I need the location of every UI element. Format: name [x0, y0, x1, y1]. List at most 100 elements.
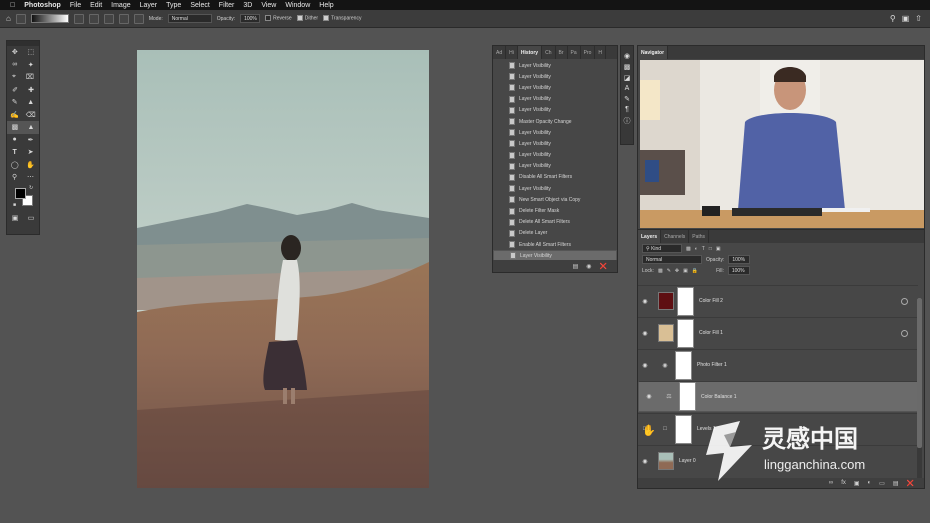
- menu-view[interactable]: View: [261, 2, 276, 9]
- layer-mask-thumbnail[interactable]: [677, 318, 694, 348]
- eyedropper-tool-icon[interactable]: ✐: [12, 86, 18, 94]
- kind-filter-select[interactable]: ⚲ Kind: [642, 244, 682, 253]
- tab-paths[interactable]: Pa: [568, 46, 581, 59]
- quick-mask-icon[interactable]: ▣: [12, 214, 19, 222]
- search-icon[interactable]: ⚲: [890, 14, 896, 23]
- history-item[interactable]: Layer Visibility: [493, 161, 617, 172]
- visibility-eye-icon[interactable]: ◉: [638, 298, 652, 305]
- paragraph-icon[interactable]: ¶: [625, 106, 629, 113]
- history-item[interactable]: Layer Visibility: [493, 138, 617, 149]
- layer-row-color-balance-1[interactable]: ◉ ⚖ Color Balance 1: [638, 381, 918, 412]
- history-item[interactable]: Layer Visibility: [493, 71, 617, 82]
- history-item[interactable]: Disable All Smart Filters: [493, 172, 617, 183]
- adjustments-icon[interactable]: ◪: [624, 74, 631, 82]
- marquee-tool-icon[interactable]: ⬚: [28, 48, 35, 56]
- history-item[interactable]: Layer Visibility: [493, 82, 617, 93]
- tab-adjustments[interactable]: Ad: [493, 46, 507, 59]
- reverse-checkbox[interactable]: [265, 15, 272, 22]
- tab-navigator[interactable]: Navigator: [638, 46, 669, 59]
- history-item[interactable]: Layer Visibility: [493, 105, 617, 116]
- character-icon[interactable]: A: [625, 85, 630, 92]
- dither-checkbox[interactable]: [296, 15, 303, 22]
- default-colors-icon[interactable]: ■: [13, 202, 16, 208]
- history-item[interactable]: New Smart Object via Copy: [493, 194, 617, 205]
- layer-name[interactable]: Color Balance 1: [701, 394, 737, 400]
- swatches-icon[interactable]: ▩: [624, 63, 631, 71]
- snapshot-icon[interactable]: ◉: [586, 263, 591, 270]
- history-item[interactable]: Delete Layer: [493, 228, 617, 239]
- layer-effects-icon[interactable]: [901, 297, 908, 305]
- info-icon[interactable]: ⓘ: [624, 116, 631, 126]
- brush-tool-icon[interactable]: ✎: [12, 98, 18, 106]
- menu-select[interactable]: Select: [190, 2, 209, 9]
- menu-image[interactable]: Image: [111, 2, 130, 9]
- blend-mode-select[interactable]: Normal: [642, 255, 702, 264]
- history-item[interactable]: Layer Visibility: [493, 150, 617, 161]
- hand-tool-icon[interactable]: ✋: [26, 161, 35, 169]
- diamond-gradient-icon[interactable]: [133, 13, 144, 24]
- filter-pixel-icon[interactable]: ▩: [686, 246, 691, 252]
- menu-filter[interactable]: Filter: [219, 2, 235, 9]
- tab-layer-channels[interactable]: Channels: [661, 230, 690, 243]
- mode-select[interactable]: Normal: [167, 14, 212, 23]
- tab-brushes[interactable]: Br: [556, 46, 568, 59]
- tab-properties[interactable]: Pro: [581, 46, 596, 59]
- gradient-tool-icon[interactable]: ▩: [12, 123, 19, 131]
- menu-layer[interactable]: Layer: [140, 2, 158, 9]
- layer-row-photo-filter-1[interactable]: ◉ ◉ Photo Filter 1: [638, 349, 918, 380]
- history-item[interactable]: Layer Visibility: [493, 127, 617, 138]
- angle-gradient-icon[interactable]: [103, 13, 114, 24]
- reflected-gradient-icon[interactable]: [118, 13, 129, 24]
- move-tool-icon[interactable]: ✥: [12, 48, 18, 56]
- tab-layer-paths[interactable]: Paths: [689, 230, 710, 243]
- visibility-eye-icon[interactable]: ◉: [638, 362, 652, 369]
- apple-icon[interactable]: : [10, 2, 15, 9]
- linear-gradient-icon[interactable]: [73, 13, 84, 24]
- color-icon[interactable]: ◉: [624, 52, 630, 60]
- tab-history[interactable]: History: [517, 46, 543, 59]
- layer-row-color-fill-2[interactable]: ◉ Color Fill 2: [638, 285, 918, 316]
- blur-tool-icon[interactable]: ▲: [27, 124, 34, 131]
- foreground-color-swatch[interactable]: [15, 187, 26, 199]
- clone-stamp-tool-icon[interactable]: ▲: [27, 99, 34, 106]
- layer-name[interactable]: Color Fill 1: [699, 330, 723, 336]
- more-tools-icon[interactable]: ⋯: [27, 173, 34, 181]
- eraser-tool-icon[interactable]: ⌫: [26, 111, 36, 119]
- lock-transparent-icon[interactable]: ▩: [658, 268, 663, 274]
- menu-type[interactable]: Type: [166, 2, 181, 9]
- zoom-tool-icon[interactable]: ⚲: [12, 173, 17, 181]
- screen-mode-icon[interactable]: ▭: [28, 214, 35, 222]
- history-item[interactable]: Layer Visibility: [493, 183, 617, 194]
- type-tool-icon[interactable]: T: [12, 149, 16, 156]
- lock-image-icon[interactable]: ✎: [667, 268, 671, 274]
- history-item[interactable]: Delete Filter Mask: [493, 205, 617, 216]
- layer-mask-thumbnail[interactable]: [677, 286, 694, 316]
- menu-help[interactable]: Help: [319, 2, 333, 9]
- menu-file[interactable]: File: [70, 2, 81, 9]
- share-icon[interactable]: ⇧: [915, 14, 922, 23]
- path-selection-tool-icon[interactable]: ➤: [28, 148, 34, 156]
- menu-3d[interactable]: 3D: [243, 2, 252, 9]
- layer-name[interactable]: Layer 0: [679, 458, 696, 464]
- tab-history-states[interactable]: Hi: [506, 46, 518, 59]
- layer-name[interactable]: Photo Filter 1: [697, 362, 727, 368]
- document-canvas[interactable]: [137, 50, 429, 488]
- filter-shape-icon[interactable]: □: [709, 246, 712, 252]
- layer-opacity-field[interactable]: 100%: [728, 255, 751, 264]
- lasso-tool-icon[interactable]: ∞: [12, 61, 17, 68]
- pen-tool-icon[interactable]: ✒: [28, 136, 34, 144]
- layer-mask-thumbnail[interactable]: [679, 382, 696, 411]
- layer-mask-thumbnail[interactable]: [675, 414, 692, 444]
- lock-position-icon[interactable]: ✥: [675, 268, 679, 274]
- visibility-eye-icon[interactable]: ◉: [638, 330, 652, 337]
- layer-effects-icon[interactable]: [901, 329, 908, 337]
- trash-icon[interactable]: ❌: [600, 263, 607, 270]
- dodge-tool-icon[interactable]: ●: [12, 136, 16, 143]
- workspace-icon[interactable]: ▣: [902, 14, 910, 23]
- lock-all-icon[interactable]: 🔒: [692, 268, 698, 274]
- layer-row-color-fill-1[interactable]: ◉ Color Fill 1: [638, 317, 918, 348]
- filter-type-icon[interactable]: T: [702, 246, 705, 252]
- frame-tool-icon[interactable]: ⌧: [26, 73, 34, 81]
- filter-smart-icon[interactable]: ▣: [716, 246, 721, 252]
- radial-gradient-icon[interactable]: [88, 13, 99, 24]
